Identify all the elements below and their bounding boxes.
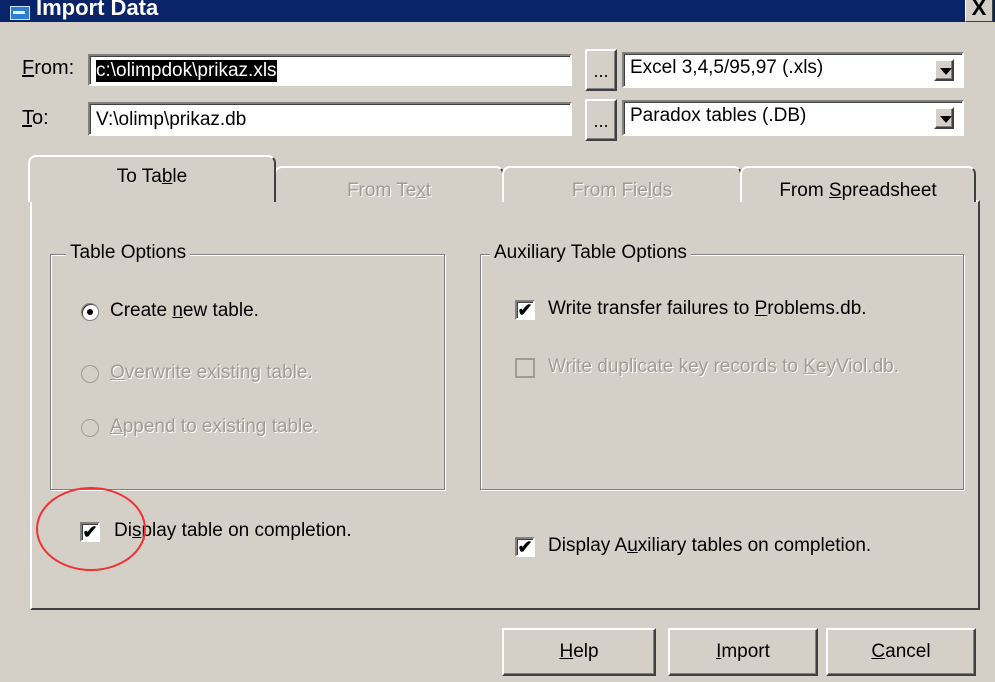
from-label: From: [22,57,75,79]
tab-from-fields[interactable]: From Fields [502,166,742,202]
import-button[interactable]: Import [668,628,818,676]
to-browse-button[interactable]: ... [585,99,617,141]
to-path-value: V:\olimp\prikaz.db [96,109,247,130]
from-browse-button[interactable]: ... [585,49,617,91]
tab-to-table[interactable]: To Table [28,155,276,202]
create-new-table-label[interactable]: Create new table. [110,300,259,322]
display-auxiliary-label[interactable]: Display Auxiliary tables on completion. [548,535,871,557]
append-to-existing-table-radio[interactable] [81,419,99,437]
display-table-label[interactable]: Display table on completion. [114,520,352,542]
from-path-input[interactable]: c:\olimpdok\prikaz.xls [88,54,572,86]
from-path-value: c:\olimpdok\prikaz.xls [96,60,277,82]
to-label: To: [22,107,49,129]
create-new-table-radio[interactable] [81,303,99,321]
window-icon [10,6,30,20]
overwrite-existing-table-label[interactable]: Overwrite existing table. [110,362,313,384]
to-format-select[interactable]: Paradox tables (.DB) [622,100,964,136]
title-bar[interactable]: Import Data X [0,0,995,22]
to-format-value: Paradox tables (.DB) [630,105,807,126]
from-format-select[interactable]: Excel 3,4,5/95,97 (.xls) [622,52,964,88]
from-format-value: Excel 3,4,5/95,97 (.xls) [630,57,824,78]
append-to-existing-table-label[interactable]: Append to existing table. [110,416,318,438]
to-format-dropdown-icon[interactable] [934,107,954,129]
auxiliary-options-title: Auxiliary Table Options [490,242,691,264]
write-duplicates-checkbox[interactable] [515,358,535,378]
write-duplicates-label[interactable]: Write duplicate key records to KeyViol.d… [548,356,899,378]
overwrite-existing-table-radio[interactable] [81,365,99,383]
close-button[interactable]: X [965,0,993,22]
write-failures-checkbox[interactable]: ✔ [515,300,535,320]
tab-from-text[interactable]: From Text [274,166,504,202]
display-auxiliary-checkbox[interactable]: ✔ [515,537,535,557]
from-format-dropdown-icon[interactable] [934,59,954,81]
to-path-input[interactable]: V:\olimp\prikaz.db [88,102,572,136]
annotation-circle [36,487,146,571]
write-failures-label[interactable]: Write transfer failures to Problems.db. [548,298,867,320]
table-options-title: Table Options [66,242,191,264]
help-button[interactable]: Help [502,628,656,676]
tab-from-spreadsheet[interactable]: From Spreadsheet [740,166,976,202]
cancel-button[interactable]: Cancel [826,628,976,676]
window-title: Import Data [36,0,159,20]
